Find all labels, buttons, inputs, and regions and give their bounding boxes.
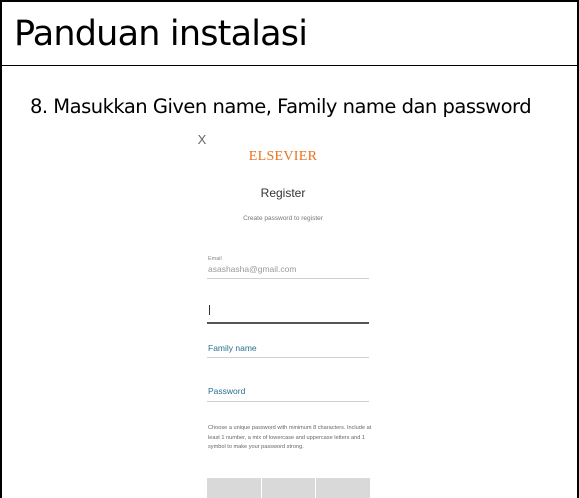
- family-name-field[interactable]: Family name: [208, 343, 257, 353]
- register-subheading: Create password to register: [243, 215, 323, 222]
- text-cursor: [209, 305, 210, 315]
- button-row: [207, 478, 371, 498]
- password-hint: Choose a unique password with minimum 8 …: [208, 425, 372, 450]
- title-divider: [0, 65, 577, 66]
- given-name-input[interactable]: [207, 300, 369, 322]
- password-underline: [207, 401, 369, 402]
- register-heading: Register: [260, 186, 306, 200]
- button-segment[interactable]: [207, 478, 261, 498]
- button-segment[interactable]: [316, 478, 371, 498]
- slide-title: Panduan instalasi: [14, 14, 308, 54]
- given-name-underline: [207, 322, 369, 324]
- close-icon[interactable]: X: [196, 132, 208, 148]
- elsevier-logo: ELSEVIER: [248, 149, 318, 164]
- family-name-underline: [207, 357, 369, 358]
- step-instruction: 8. Masukkan Given name, Family name dan …: [30, 95, 532, 118]
- email-label: Email: [208, 256, 222, 262]
- button-segment[interactable]: [261, 478, 316, 498]
- password-field[interactable]: Password: [208, 386, 245, 396]
- email-underline: [207, 278, 369, 279]
- email-field[interactable]: asashasha@gmail.com: [208, 264, 296, 274]
